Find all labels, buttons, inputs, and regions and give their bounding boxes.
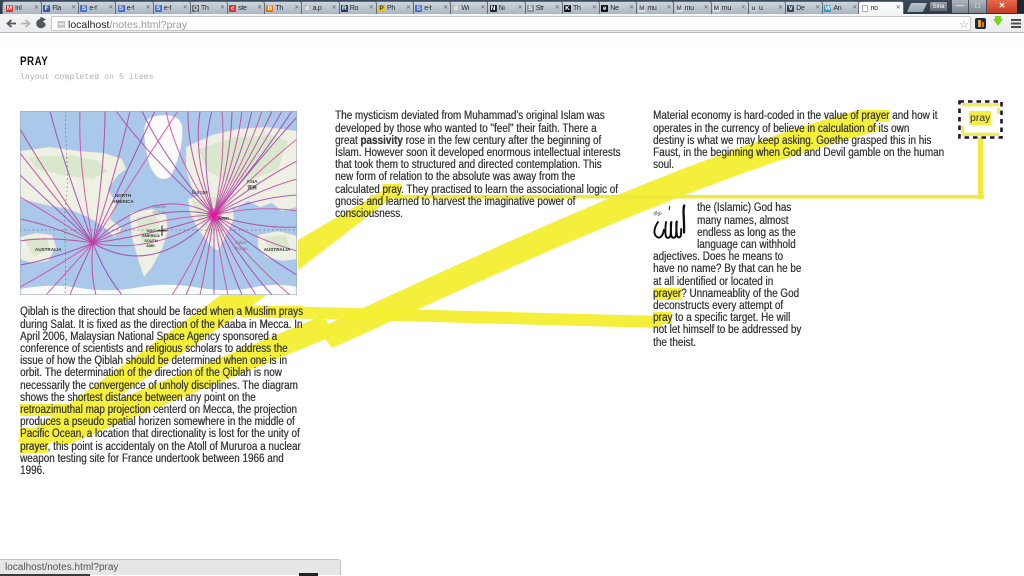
- svg-text:ASIA: ASIA: [247, 179, 259, 184]
- svg-text:亚洲: 亚洲: [247, 184, 257, 191]
- svg-text:AMERICA: AMERICA: [142, 234, 160, 238]
- svg-text:AMERICA: AMERICA: [112, 199, 134, 204]
- svg-text:AUSTRALIA: AUSTRALIA: [264, 247, 291, 252]
- svg-text:SOC: SOC: [147, 229, 155, 233]
- svg-text:AFRI: AFRI: [218, 216, 229, 221]
- svg-text:Ocean: Ocean: [235, 246, 248, 251]
- svg-text:Europe: Europe: [192, 190, 208, 196]
- svg-text:Ocean: Ocean: [153, 210, 166, 215]
- svg-text:Indian: Indian: [235, 240, 248, 245]
- svg-text:NORTH: NORTH: [115, 193, 132, 198]
- svg-text:Atlantic: Atlantic: [152, 204, 167, 209]
- svg-text:AUSTRALIA: AUSTRALIA: [35, 247, 62, 252]
- svg-text:AME.: AME.: [146, 244, 156, 248]
- svg-text:SOUTH: SOUTH: [144, 239, 158, 243]
